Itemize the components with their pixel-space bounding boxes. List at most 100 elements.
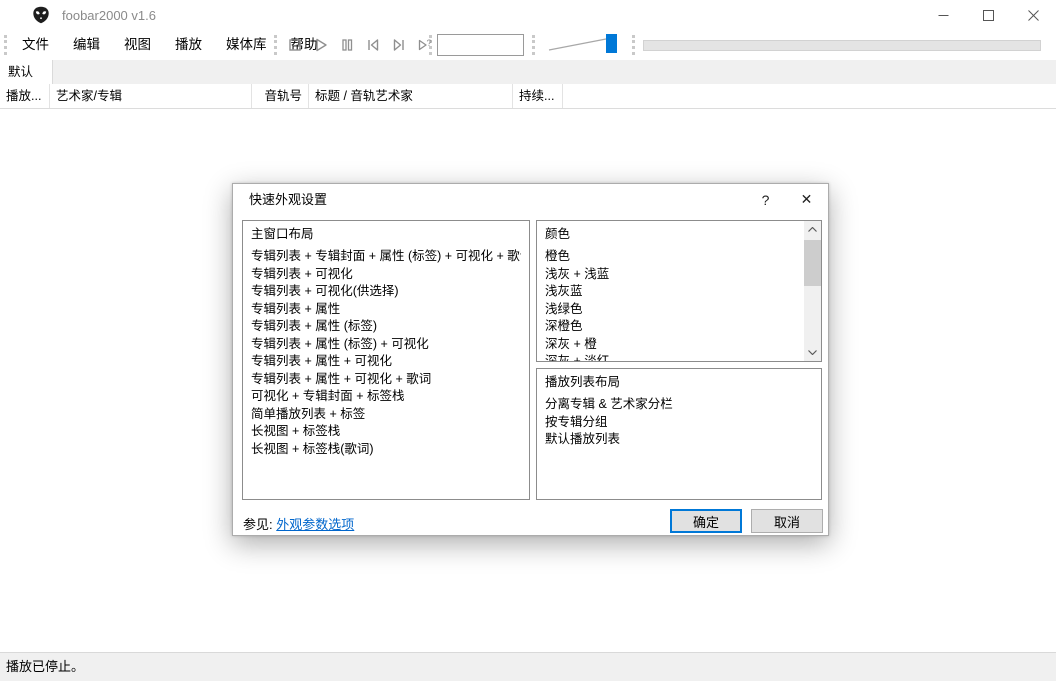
- playlist-layout-listbox[interactable]: 播放列表布局 分离专辑 & 艺术家分栏 按专辑分组 默认播放列表: [536, 368, 822, 500]
- pause-button[interactable]: [336, 34, 358, 56]
- menu-item[interactable]: 文件: [10, 30, 61, 60]
- playlist-tab-strip: 默认: [0, 60, 1056, 84]
- layout-option[interactable]: 专辑列表 + 可视化: [251, 266, 521, 284]
- color-option[interactable]: 深橙色: [545, 318, 799, 336]
- foobar2000-logo-icon: [33, 6, 49, 24]
- layout-option[interactable]: 专辑列表 + 属性 (标签) + 可视化: [251, 336, 521, 354]
- dialog-help-button[interactable]: ?: [745, 184, 786, 215]
- dialog-titlebar-buttons: ? ✕: [745, 184, 827, 215]
- menu-item[interactable]: 视图: [112, 30, 163, 60]
- layout-option[interactable]: 简单播放列表 + 标签: [251, 406, 521, 424]
- see-also-row: 参见: 外观参数选项: [243, 514, 354, 533]
- playlist-layout-header: 播放列表布局: [545, 375, 621, 389]
- playlist-layout-option[interactable]: 分离专辑 & 艺术家分栏: [545, 396, 813, 414]
- search-input[interactable]: [437, 34, 524, 56]
- colors-header: 颜色: [545, 227, 571, 241]
- dialog-close-button[interactable]: ✕: [786, 184, 827, 215]
- scrollbar-thumb[interactable]: [804, 240, 821, 286]
- layout-option[interactable]: 可视化 + 专辑封面 + 标签栈: [251, 388, 521, 406]
- layout-option[interactable]: 专辑列表 + 属性 + 可视化: [251, 353, 521, 371]
- layout-option[interactable]: 专辑列表 + 属性 (标签): [251, 318, 521, 336]
- chevron-up-icon: [808, 227, 817, 232]
- help-icon: ?: [761, 191, 770, 208]
- close-button[interactable]: [1011, 0, 1056, 30]
- menu-item[interactable]: 播放: [163, 30, 214, 60]
- column-header-duration[interactable]: 持续...: [513, 84, 563, 108]
- color-option[interactable]: 深灰 + 淡红: [545, 353, 799, 361]
- window-titlebar: foobar2000 v1.6: [0, 0, 1056, 30]
- toolbar-grip[interactable]: [274, 35, 277, 55]
- column-header-playing[interactable]: 播放...: [0, 84, 50, 108]
- playlist-tab-default[interactable]: 默认: [0, 60, 53, 84]
- previous-icon: [368, 39, 379, 51]
- toolbar-grip[interactable]: [4, 35, 7, 55]
- layout-option[interactable]: 长视图 + 标签栈: [251, 423, 521, 441]
- previous-track-button[interactable]: [362, 34, 384, 56]
- ok-button[interactable]: 确定: [670, 509, 742, 533]
- color-option[interactable]: 浅绿色: [545, 301, 799, 319]
- volume-track: [548, 38, 607, 51]
- playlist-layout-option[interactable]: 默认播放列表: [545, 431, 813, 449]
- playback-toolbar: ?: [284, 34, 436, 56]
- main-layout-options: 专辑列表 + 专辑封面 + 属性 (标签) + 可视化 + 歌词 专辑列表 + 可…: [251, 248, 521, 458]
- window-title: foobar2000 v1.6: [62, 7, 156, 23]
- close-icon: [1028, 9, 1039, 21]
- next-track-button[interactable]: [388, 34, 410, 56]
- main-layout-header: 主窗口布局: [251, 227, 314, 241]
- toolbar-grip[interactable]: [632, 35, 635, 55]
- color-option[interactable]: 橙色: [545, 248, 799, 266]
- status-bar: 播放已停止。: [0, 652, 1056, 681]
- minimize-icon: [938, 14, 949, 16]
- column-header-artist-album[interactable]: 艺术家/专辑: [50, 84, 252, 108]
- window-controls: [921, 0, 1056, 30]
- layout-option[interactable]: 专辑列表 + 可视化(供选择): [251, 283, 521, 301]
- scroll-up-button[interactable]: [804, 221, 821, 238]
- playlist-layout-option[interactable]: 按专辑分组: [545, 414, 813, 432]
- quick-appearance-setup-dialog: 快速外观设置 ? ✕ 主窗口布局 专辑列表 + 专辑封面 + 属性 (标签) +…: [232, 183, 829, 536]
- main-layout-listbox[interactable]: 主窗口布局 专辑列表 + 专辑封面 + 属性 (标签) + 可视化 + 歌词 专辑…: [242, 220, 530, 500]
- menu-bar: 文件 编辑 视图 播放 媒体库 帮助: [10, 30, 330, 60]
- random-icon: ?: [418, 38, 432, 51]
- play-icon: [316, 38, 327, 52]
- next-icon: [393, 39, 404, 51]
- colors-listbox[interactable]: 颜色 橙色 浅灰 + 浅蓝 浅灰蓝 浅绿色 深橙色 深灰 + 橙深灰 + 淡红: [536, 220, 822, 362]
- playlist-layout-options: 分离专辑 & 艺术家分栏 按专辑分组 默认播放列表: [545, 396, 813, 449]
- column-header-spacer: [563, 84, 1056, 108]
- stop-icon: [289, 39, 301, 51]
- colors-scrollbar[interactable]: [804, 221, 821, 361]
- color-option[interactable]: 深灰 + 橙: [545, 336, 799, 354]
- maximize-button[interactable]: [966, 0, 1011, 30]
- layout-option[interactable]: 专辑列表 + 属性: [251, 301, 521, 319]
- scroll-down-button[interactable]: [804, 344, 821, 361]
- seek-bar[interactable]: [643, 40, 1041, 51]
- random-playback-button[interactable]: ?: [414, 34, 436, 56]
- svg-text:?: ?: [427, 38, 432, 49]
- cancel-button[interactable]: 取消: [751, 509, 823, 533]
- see-also-label: 参见:: [243, 517, 273, 532]
- play-button[interactable]: [310, 34, 332, 56]
- volume-slider[interactable]: [546, 32, 620, 56]
- layout-option[interactable]: 长视图 + 标签栈(歌词): [251, 441, 521, 459]
- menu-item[interactable]: 媒体库: [214, 30, 279, 60]
- close-icon: ✕: [800, 191, 813, 207]
- stop-button[interactable]: [284, 34, 306, 56]
- toolbar-grip[interactable]: [532, 35, 535, 55]
- minimize-button[interactable]: [921, 0, 966, 30]
- column-header-track-number[interactable]: 音轨号: [252, 84, 309, 108]
- appearance-preferences-link[interactable]: 外观参数选项: [276, 517, 354, 532]
- layout-option[interactable]: 专辑列表 + 专辑封面 + 属性 (标签) + 可视化 + 歌词: [251, 248, 521, 266]
- color-option[interactable]: 浅灰蓝: [545, 283, 799, 301]
- menu-item[interactable]: 编辑: [61, 30, 112, 60]
- pause-icon: [342, 39, 353, 51]
- layout-option[interactable]: 专辑列表 + 属性 + 可视化 + 歌词: [251, 371, 521, 389]
- maximize-icon: [983, 9, 994, 21]
- chevron-down-icon: [808, 350, 817, 355]
- playlist-column-headers: 播放... 艺术家/专辑 音轨号 标题 / 音轨艺术家 持续...: [0, 84, 1056, 109]
- dialog-title: 快速外观设置: [249, 192, 328, 207]
- dialog-titlebar: 快速外观设置 ? ✕: [233, 184, 828, 215]
- column-header-title-artist[interactable]: 标题 / 音轨艺术家: [309, 84, 513, 108]
- color-options: 橙色 浅灰 + 浅蓝 浅灰蓝 浅绿色 深橙色 深灰 + 橙深灰 + 淡红: [545, 248, 799, 361]
- volume-handle[interactable]: [606, 34, 617, 53]
- color-option[interactable]: 浅灰 + 浅蓝: [545, 266, 799, 284]
- status-text: 播放已停止。: [6, 659, 85, 674]
